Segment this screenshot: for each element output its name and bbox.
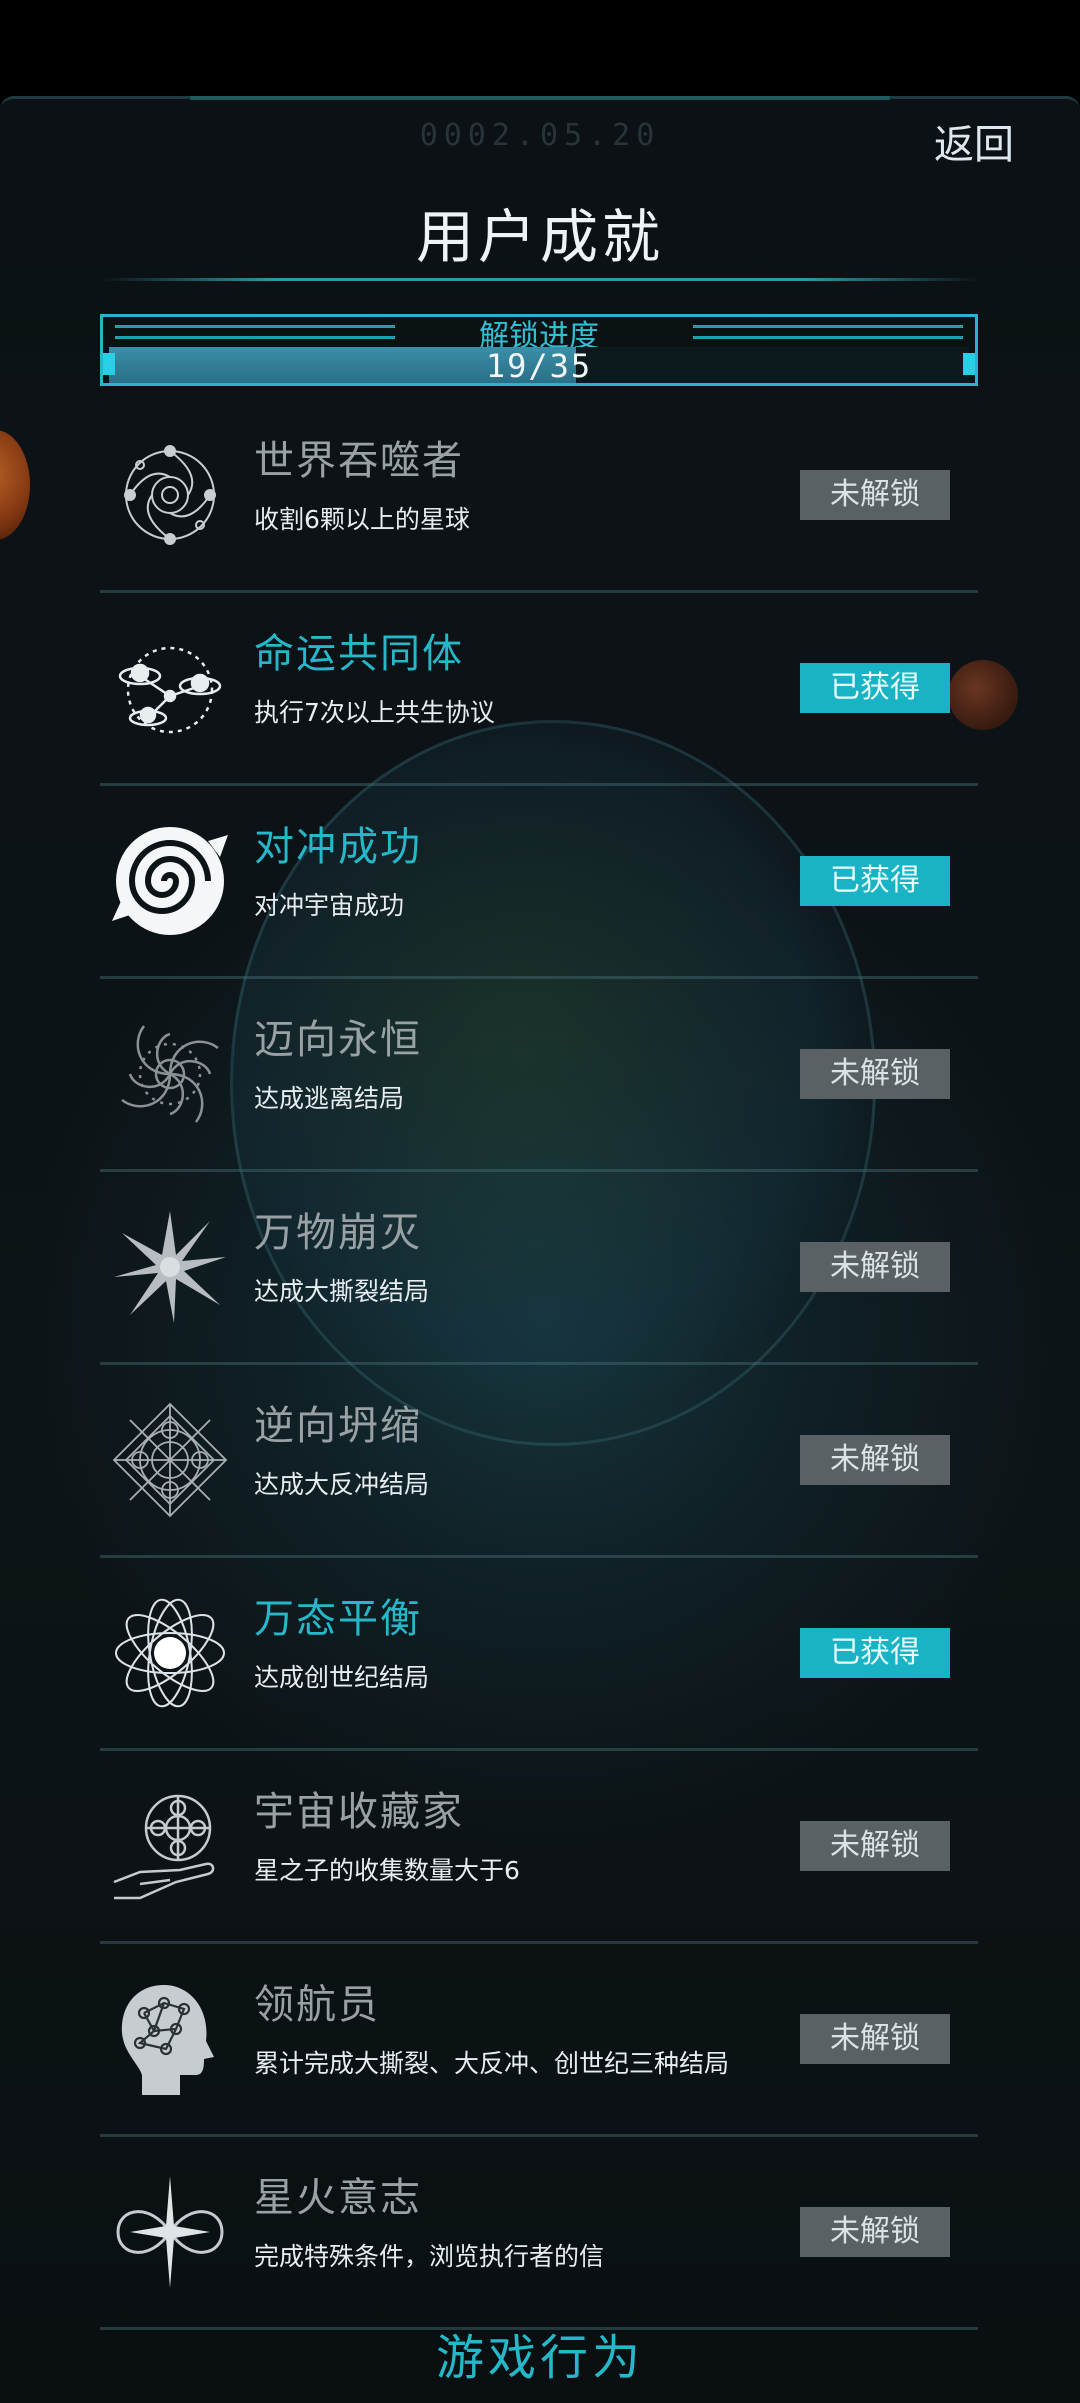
page-title: 用户成就: [415, 203, 664, 271]
burst-icon: [110, 1207, 230, 1327]
achievement-description: 星之子的收集数量大于6: [254, 1856, 520, 1885]
achievement-status-badge: 已获得: [800, 663, 950, 713]
game-date: 0002.05.20: [419, 118, 661, 153]
achievement-status-badge: 未解锁: [800, 1242, 950, 1292]
hand-sphere-icon: [110, 1786, 230, 1906]
infinity-star-icon: [110, 2172, 230, 2292]
achievement-row[interactable]: 宇宙收藏家星之子的收集数量大于6 未解锁: [100, 1751, 978, 1944]
mandala-icon: [110, 1400, 230, 1520]
achievement-row[interactable]: 万物崩灭达成大撕裂结局 未解锁: [100, 1172, 978, 1365]
achievement-name: 命运共同体: [254, 631, 464, 677]
achievement-row[interactable]: 万态平衡达成创世纪结局 已获得: [100, 1558, 978, 1751]
achievement-description: 完成特殊条件，浏览执行者的信: [254, 2242, 605, 2271]
achievement-description: 达成逃离结局: [254, 1084, 405, 1113]
achievement-status-badge: 未解锁: [800, 1049, 950, 1099]
achievement-name: 迈向永恒: [254, 1017, 422, 1063]
achievement-description: 达成大反冲结局: [254, 1470, 430, 1499]
achievement-status-badge: 未解锁: [800, 1435, 950, 1485]
achievement-status-badge: 未解锁: [800, 2207, 950, 2257]
achievement-row[interactable]: 对冲成功对冲宇宙成功 已获得: [100, 786, 978, 979]
vortex-icon: [110, 1014, 230, 1134]
progress-count: 19/35: [485, 347, 593, 385]
unlock-progress: 解锁进度 19/35: [100, 314, 978, 386]
title-divider: [100, 278, 980, 281]
achievement-list: 世界吞噬者 收割6颗以上的星球 未解锁 命运共同体 执行7次以上共生协议 已获得 对冲成功对…: [100, 400, 978, 2330]
achievement-row[interactable]: 星火意志完成特殊条件，浏览执行者的信 未解锁: [100, 2137, 978, 2330]
back-button[interactable]: 返回: [928, 108, 1020, 174]
achievement-name: 万态平衡: [254, 1596, 422, 1642]
achievement-description: 达成创世纪结局: [254, 1663, 430, 1692]
world-devourer-icon: [110, 435, 230, 555]
achievement-row[interactable]: 命运共同体执行7次以上共生协议 已获得: [100, 593, 978, 786]
achievement-status-badge: 已获得: [800, 856, 950, 906]
game-behavior-tab[interactable]: 游戏行为: [0, 2318, 1080, 2388]
achievement-name: 星火意志: [254, 2175, 422, 2221]
achievement-row[interactable]: 领航员累计完成大撕裂、大反冲、创世纪三种结局 未解锁: [100, 1944, 978, 2137]
achievement-name: 世界吞噬者: [254, 438, 464, 484]
achievement-row[interactable]: 世界吞噬者收割6颗以上的星球 未解锁: [100, 400, 978, 593]
shared-destiny-icon: [110, 628, 230, 748]
achievement-description: 累计完成大撕裂、大反冲、创世纪三种结局: [254, 2049, 730, 2078]
achievement-status-badge: 未解锁: [800, 1821, 950, 1871]
achievement-name: 逆向坍缩: [254, 1403, 422, 1449]
achievement-name: 领航员: [254, 1982, 380, 2028]
achievement-description: 收割6颗以上的星球: [254, 505, 470, 534]
atom-orbit-icon: [110, 1593, 230, 1713]
achievement-name: 宇宙收藏家: [254, 1789, 464, 1835]
status-bar-area: [0, 0, 1080, 96]
achievement-status-badge: 未解锁: [800, 2014, 950, 2064]
achievement-status-badge: 未解锁: [800, 470, 950, 520]
achievement-row[interactable]: 迈向永恒达成逃离结局 未解锁: [100, 979, 978, 1172]
achievement-description: 对冲宇宙成功: [254, 891, 405, 920]
achievement-name: 万物崩灭: [254, 1210, 422, 1256]
achievement-description: 达成大撕裂结局: [254, 1277, 430, 1306]
spiral-swirl-icon: [110, 821, 230, 941]
achievement-status-badge: 已获得: [800, 1628, 950, 1678]
brain-head-icon: [110, 1979, 230, 2099]
achievement-row[interactable]: 逆向坍缩达成大反冲结局 未解锁: [100, 1365, 978, 1558]
panel-top-decoration: [190, 96, 890, 114]
achievement-description: 执行7次以上共生协议: [254, 698, 495, 727]
achievement-name: 对冲成功: [254, 824, 422, 870]
